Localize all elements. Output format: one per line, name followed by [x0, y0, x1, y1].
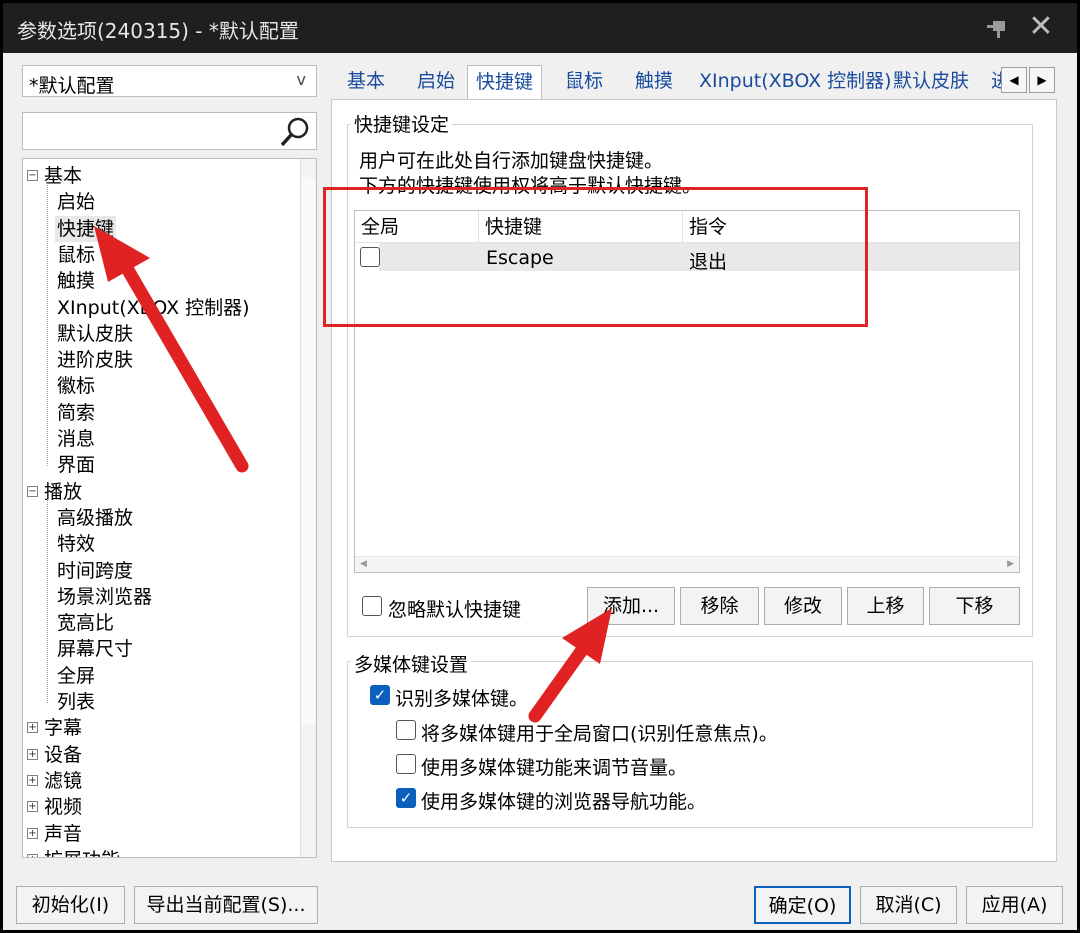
arrow-to-add-button: [528, 608, 612, 723]
annotation-arrows: [94, 226, 612, 723]
arrow-to-hotkey-tree-item: [94, 226, 249, 473]
